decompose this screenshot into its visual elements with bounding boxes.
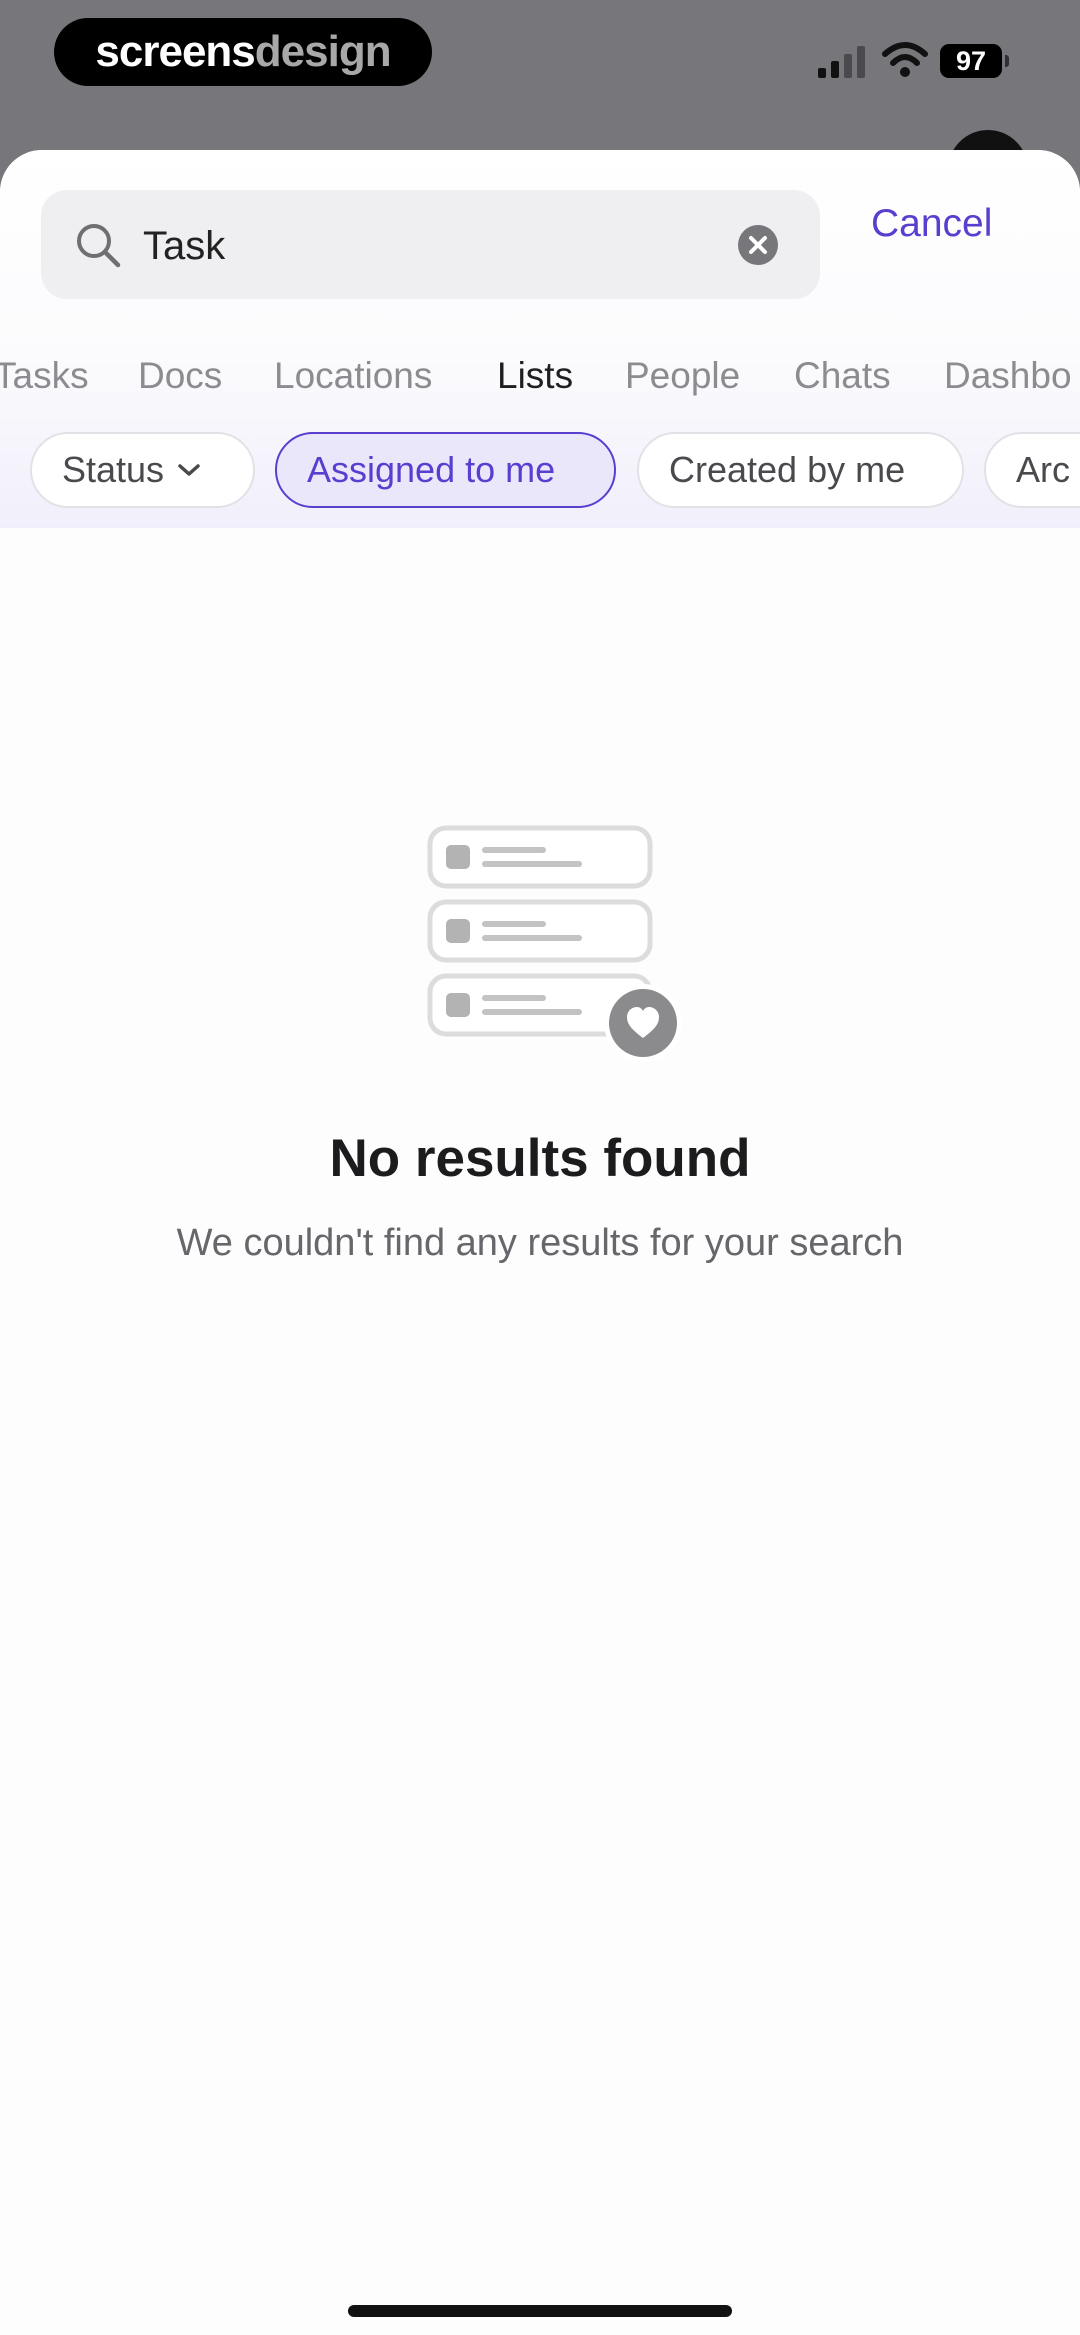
filter-assigned-to-me[interactable]: Assigned to me: [275, 432, 616, 508]
search-header: Cancel Tasks Docs Locations Lists People…: [0, 150, 1080, 528]
brand-bold: screens: [95, 27, 255, 76]
filter-created-by-me[interactable]: Created by me: [637, 432, 964, 508]
home-indicator: [348, 2305, 732, 2317]
signal-icon: [818, 46, 865, 78]
clear-icon[interactable]: [737, 224, 779, 266]
empty-state-title: No results found: [329, 1129, 751, 1188]
battery-tip: [1005, 55, 1009, 67]
filter-status[interactable]: Status: [30, 432, 255, 508]
filter-status-label: Status: [62, 449, 165, 490]
status-bar: screens design 97: [0, 0, 1080, 210]
wifi-icon: [882, 42, 928, 77]
battery-icon: 97: [940, 44, 1002, 78]
empty-state-subtitle: We couldn't find any results for your se…: [176, 1222, 904, 1264]
tab-dashboards[interactable]: Dashbo: [944, 355, 1072, 397]
tab-chats[interactable]: Chats: [794, 355, 891, 397]
search-input[interactable]: [141, 210, 745, 282]
tab-locations[interactable]: Locations: [274, 355, 432, 397]
empty-list-heart-icon: [427, 825, 682, 1062]
search-icon: [77, 224, 121, 268]
cancel-button[interactable]: Cancel: [871, 202, 992, 246]
category-tabs: Tasks Docs Locations Lists People Chats …: [0, 355, 1080, 415]
tab-docs[interactable]: Docs: [138, 355, 222, 397]
filter-created-label: Created by me: [669, 449, 906, 490]
filter-chips: Status Assigned to me Created by me Arc: [0, 420, 1080, 510]
filter-archived-label: Arc: [1016, 449, 1070, 490]
filter-assigned-label: Assigned to me: [307, 449, 556, 490]
tab-tasks[interactable]: Tasks: [0, 355, 89, 397]
tab-people[interactable]: People: [625, 355, 740, 397]
brand-logo: screens design: [54, 18, 432, 86]
battery-level: 97: [955, 45, 987, 76]
search-sheet: Cancel Tasks Docs Locations Lists People…: [0, 150, 1080, 2335]
filter-archived[interactable]: Arc: [984, 432, 1080, 508]
search-bar[interactable]: [41, 190, 820, 299]
tab-lists[interactable]: Lists: [497, 355, 573, 397]
chevron-down-icon: [178, 464, 200, 476]
brand-light: design: [254, 27, 392, 76]
